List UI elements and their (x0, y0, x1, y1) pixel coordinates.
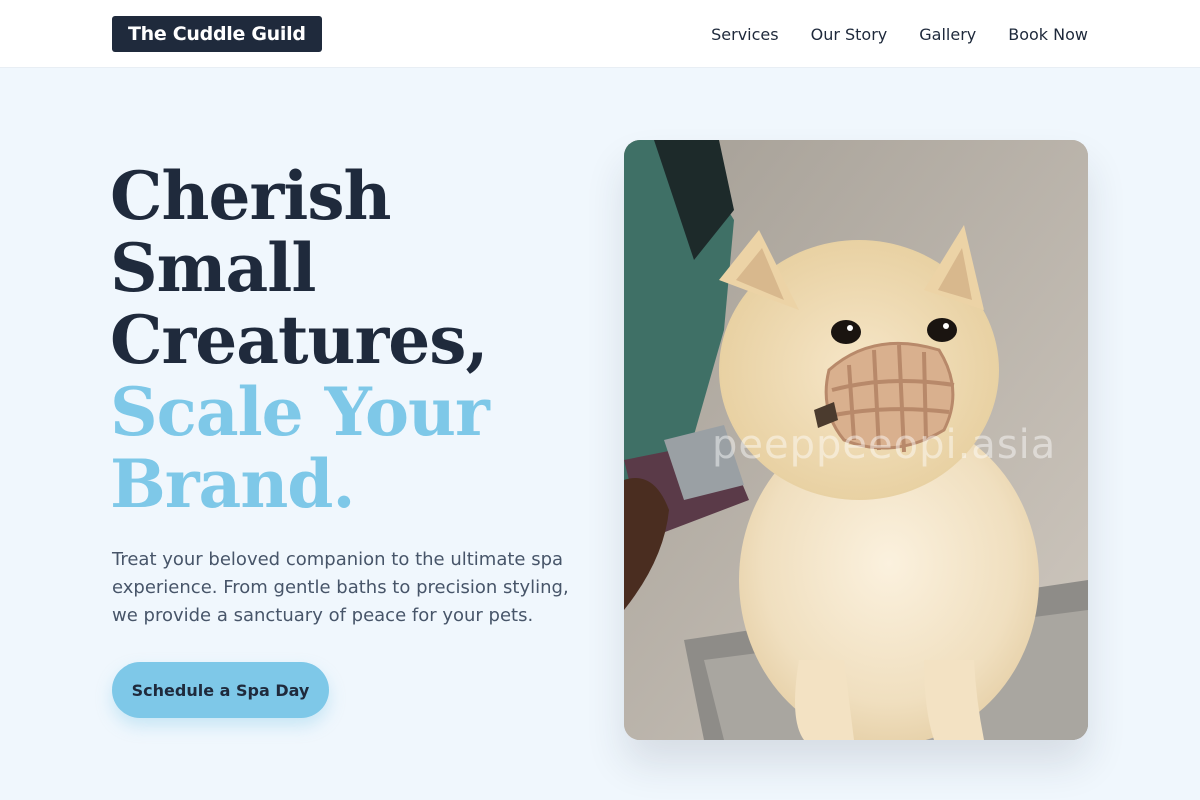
nav-link-book-now[interactable]: Book Now (1008, 25, 1088, 44)
schedule-spa-day-button[interactable]: Schedule a Spa Day (112, 662, 329, 718)
headline-line-3: Creatures, (110, 301, 488, 379)
main-nav: Services Our Story Gallery Book Now (711, 0, 1088, 68)
brand-logo[interactable]: The Cuddle Guild (112, 16, 322, 52)
headline-accent-2: Brand. (110, 445, 355, 523)
hero-lead-text: Treat your beloved companion to the ulti… (112, 549, 569, 626)
hero-dog-photo: peeppeeopi.asia (624, 140, 1088, 740)
hero-headline: Cherish Small Creatures, Scale Your Bran… (110, 160, 590, 520)
nav-link-gallery[interactable]: Gallery (919, 25, 976, 44)
nav-link-services[interactable]: Services (711, 25, 778, 44)
image-watermark: peeppeeopi.asia (712, 422, 1057, 468)
headline-line-2: Small (110, 229, 316, 307)
headline-line-1: Cherish (110, 157, 392, 235)
nav-link-our-story[interactable]: Our Story (811, 25, 888, 44)
headline-accent-1: Scale Your (110, 373, 490, 451)
site-header: The Cuddle Guild Services Our Story Gall… (0, 0, 1200, 68)
